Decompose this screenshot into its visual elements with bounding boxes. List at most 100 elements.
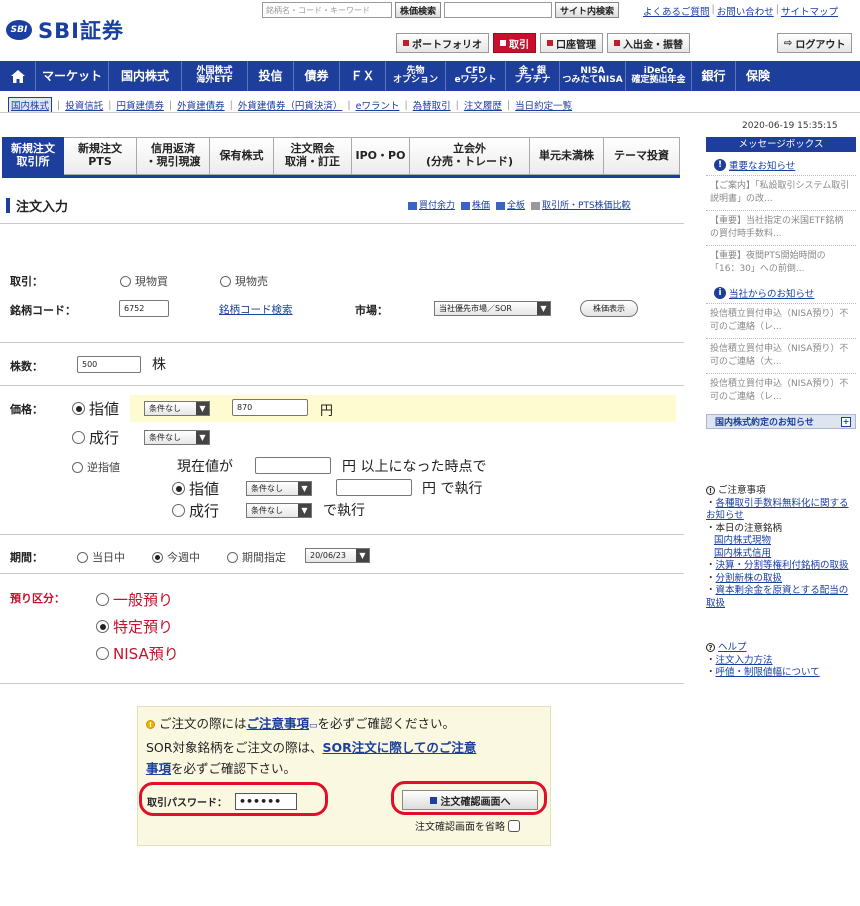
subnav-order-history[interactable]: 注文履歴 (464, 98, 502, 112)
tab-odd-lot[interactable]: 単元未満株 (530, 137, 604, 175)
sbi-logo[interactable]: SBI SBI証券 (6, 16, 124, 44)
message-item[interactable]: 投信積立買付申込（NISA預り）不可のご連絡（レ... (706, 373, 856, 408)
deposit-nisa-radio[interactable]: NISA預り (96, 643, 179, 664)
period-label: 期間： (10, 551, 43, 564)
market-select[interactable]: 当社優先市場／SOR ▼ (434, 301, 551, 316)
help-title[interactable]: ヘルプ (718, 642, 747, 653)
deposit-general-radio[interactable]: 一般預り (96, 589, 173, 610)
stop-limit-price-input[interactable] (336, 479, 412, 496)
tab-ipo-po[interactable]: IPO・PO (352, 137, 410, 175)
sor-notes-link[interactable]: SOR注文に際してのご注意 (322, 740, 476, 755)
help-link-tick-limit[interactable]: 呼値・制限値幅について (716, 667, 820, 678)
notes-link-split[interactable]: 分割新株の取扱 (716, 573, 783, 584)
notes-link-dividend[interactable]: 資本剰余金を原資とする配当の取扱 (706, 585, 848, 609)
market-order-radio[interactable]: 成行 (72, 427, 119, 448)
subnav-executions[interactable]: 当日約定一覧 (515, 98, 572, 112)
notes-link-margin[interactable]: 国内株式信用 (714, 548, 771, 559)
logout-button[interactable]: ⇨ ログアウト (777, 33, 853, 53)
message-item[interactable]: 投信積立買付申込（NISA預り）不可のご連絡（大... (706, 338, 856, 373)
home-icon[interactable] (0, 61, 36, 91)
stop-market-condition-select[interactable]: 条件なし ▼ (246, 503, 312, 518)
tab-off-floor[interactable]: 立会外 (分売・トレード) (410, 137, 530, 175)
nav-nisa[interactable]: NISA つみたてNISA (560, 61, 626, 91)
notes-link[interactable]: ご注意事項 (247, 716, 310, 731)
stop-radio[interactable]: 逆指値 (72, 459, 120, 475)
message-item[interactable]: 【重要】当社指定の米国ETF銘柄の買付時手数料... (706, 210, 856, 245)
nav-bonds[interactable]: 債券 (294, 61, 340, 91)
spot-sell-radio[interactable]: 現物売 (220, 273, 268, 289)
help-link-order-input[interactable]: 注文入力方法 (716, 655, 773, 666)
sor-notes-link-2[interactable]: 事項 (146, 761, 171, 776)
tab-new-order-pts[interactable]: 新規注文 PTS (64, 137, 137, 175)
site-search-input[interactable] (444, 2, 553, 18)
subnav-foreign-bonds-yen[interactable]: 外貨建債券（円貨決済） (238, 98, 343, 112)
nav-bank[interactable]: 銀行 (692, 61, 736, 91)
portfolio-button[interactable]: ポートフォリオ (396, 33, 489, 53)
stock-search-input[interactable]: 銘柄名・コード・キーワード (262, 2, 392, 18)
spot-buy-radio[interactable]: 現物買 (120, 273, 168, 289)
code-search-link[interactable]: 銘柄コード検索 (219, 302, 293, 317)
execution-notice-bar[interactable]: 国内株式約定のお知らせ + (706, 414, 856, 429)
stock-code-input[interactable]: 6752 (119, 300, 169, 317)
tab-order-inquiry[interactable]: 注文照会 取消・訂正 (274, 137, 352, 175)
contact-link[interactable]: お問い合わせ (717, 4, 774, 18)
nav-fx[interactable]: ＦＸ (340, 61, 386, 91)
nav-foreign-stock[interactable]: 外国株式 海外ETF (182, 61, 248, 91)
stock-search-button[interactable]: 株価検索 (395, 2, 442, 18)
deposit-transfer-button[interactable]: 入出金・振替 (607, 33, 690, 53)
stop-market-radio[interactable]: 成行 (172, 500, 219, 521)
important-notice-header[interactable]: ! 重要なお知らせ (714, 158, 856, 172)
tab-margin-close[interactable]: 信用返済 ・現引現渡 (137, 137, 210, 175)
period-today-radio[interactable]: 当日中 (77, 549, 125, 565)
account-button[interactable]: 口座管理 (540, 33, 603, 53)
tab-theme-invest[interactable]: テーマ投資 (604, 137, 680, 175)
notes-link-fees[interactable]: 各種取引手数料無料化に関するお知らせ (706, 498, 849, 522)
nav-ideco[interactable]: iDeCo 確定拠出年金 (626, 61, 692, 91)
subnav-domestic-stock[interactable]: 国内株式 (8, 97, 53, 113)
stop-limit-condition-select[interactable]: 条件なし ▼ (246, 481, 312, 496)
nav-market[interactable]: マーケット (36, 61, 109, 91)
nav-precious-metals[interactable]: 金・銀 プラチナ (506, 61, 560, 91)
nav-funds[interactable]: 投信 (248, 61, 294, 91)
stop-limit-radio[interactable]: 指値 (172, 478, 219, 499)
sitemap-link[interactable]: サイトマップ (781, 4, 838, 18)
site-search-button[interactable]: サイト内検索 (555, 2, 620, 18)
password-input[interactable]: •••••• (235, 793, 297, 810)
subnav-funds[interactable]: 投資信託 (65, 98, 103, 112)
limit-condition-select[interactable]: 条件なし ▼ (144, 401, 210, 416)
company-notice-header[interactable]: i 当社からのお知らせ (714, 286, 856, 300)
tab-new-order-exchange[interactable]: 新規注文 取引所 (2, 137, 64, 175)
message-item[interactable]: 【ご案内】「私設取引システム取引説明書」の改... (706, 175, 856, 210)
period-week-radio[interactable]: 今週中 (152, 549, 200, 565)
market-condition-select[interactable]: 条件なし ▼ (144, 430, 210, 445)
notes-link-spot[interactable]: 国内株式現物 (714, 535, 771, 546)
stop-trigger-input[interactable] (255, 457, 331, 474)
subnav-ewarrant[interactable]: eワラント (356, 98, 400, 112)
nav-cfd[interactable]: CFD eワラント (446, 61, 506, 91)
subnav-fx-trade[interactable]: 為替取引 (413, 98, 451, 112)
subnav-foreign-bonds[interactable]: 外貨建債券 (177, 98, 225, 112)
buying-power-link[interactable]: 買付余力 (408, 198, 455, 211)
confirm-order-button[interactable]: 注文確認画面へ (402, 790, 538, 810)
notes-link-earnings[interactable]: 決算・分割等権利付銘柄の取扱 (716, 560, 849, 571)
nav-insurance[interactable]: 保険 (736, 61, 780, 91)
message-item[interactable]: 【重要】夜間PTS開始時間の「16：30」への前倒... (706, 245, 856, 280)
tab-holdings[interactable]: 保有株式 (210, 137, 274, 175)
pts-compare-link[interactable]: 取引所・PTS株価比較 (531, 198, 631, 211)
nav-futures[interactable]: 先物 オプション (386, 61, 446, 91)
quote-link[interactable]: 株価 (461, 198, 490, 211)
skip-confirm-checkbox[interactable]: 注文確認画面を省略 (415, 818, 520, 833)
period-specify-radio[interactable]: 期間指定 (227, 549, 286, 565)
qty-input[interactable]: 500 (77, 356, 141, 373)
limit-price-input[interactable]: 870 (232, 399, 308, 416)
full-board-link[interactable]: 全板 (496, 198, 525, 211)
faq-link[interactable]: よくあるご質問 (643, 4, 710, 18)
nav-domestic-stock[interactable]: 国内株式 (109, 61, 182, 91)
price-view-button[interactable]: 株価表示 (580, 300, 638, 317)
subnav-yen-bonds[interactable]: 円貨建債券 (116, 98, 164, 112)
trade-button[interactable]: 取引 (493, 33, 536, 53)
limit-radio[interactable]: 指値 (72, 398, 119, 419)
message-item[interactable]: 投信積立買付申込（NISA預り）不可のご連絡（レ... (706, 303, 856, 338)
period-date-select[interactable]: 20/06/23 ▼ (305, 548, 370, 563)
deposit-specific-radio[interactable]: 特定預り (96, 616, 173, 637)
